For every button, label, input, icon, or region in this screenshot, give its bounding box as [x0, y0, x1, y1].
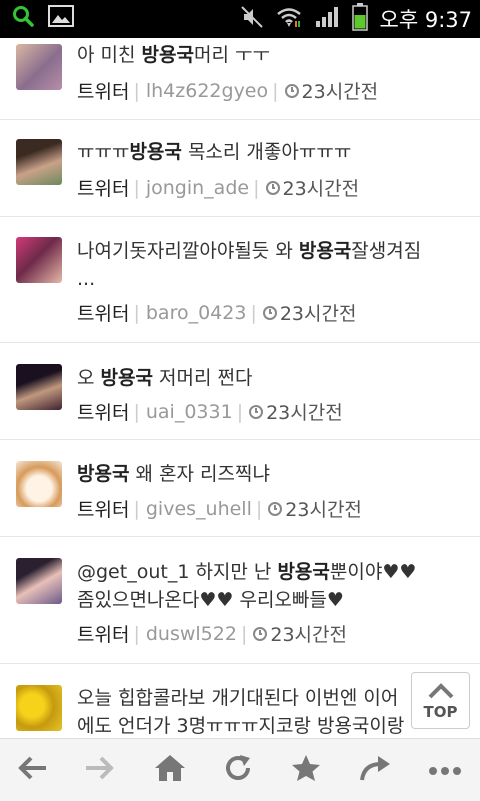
wifi-icon [276, 5, 302, 33]
gallery-icon [48, 5, 74, 31]
top-label: TOP [423, 703, 458, 721]
back-icon [16, 755, 48, 785]
avatar[interactable] [16, 237, 62, 283]
more-icon [428, 761, 462, 780]
source-label: 트위터 [77, 81, 130, 103]
list-item[interactable]: @get_out_1 하지만 난 방용국뿐이야♥♥ 좀있으면나온다♥♥ 우리오빠… [0, 537, 480, 664]
source-label: 트위터 [77, 402, 130, 424]
source-label: 트위터 [77, 499, 130, 521]
tweet-text: ㅠㅠㅠ방용국 목소리 개좋아ㅠㅠㅠ [77, 141, 352, 163]
tweet-meta: 트위터 | lh4z622gyeo | 23시간전 [77, 77, 378, 104]
battery-icon [351, 3, 368, 35]
username-link[interactable]: duswl522 [146, 623, 237, 645]
list-item[interactable]: 오 방용국 저머리 쩐다 트위터 | uai_0331 | 23시간전 [0, 343, 480, 440]
clock-icon [253, 626, 268, 641]
tweet-meta: 트위터 | gives_uhell | 23시간전 [77, 495, 362, 522]
username-link[interactable]: gives_uhell [146, 498, 252, 520]
tweet-meta: 트위터 | jongin_ade | 23시간전 [77, 174, 359, 201]
avatar[interactable] [16, 139, 62, 185]
refresh-icon [223, 753, 253, 787]
avatar[interactable] [16, 364, 62, 410]
bookmark-button[interactable] [286, 753, 326, 787]
share-button[interactable] [355, 753, 395, 787]
source-label: 트위터 [77, 178, 130, 200]
signal-icon [314, 5, 340, 33]
time-ago: 23시간전 [266, 402, 343, 424]
tweet-text: 나여기돗자리깔아야될듯 와 방용국잘생겨짐 ... [77, 240, 422, 290]
clock-icon [265, 180, 280, 195]
clock-icon [284, 83, 299, 98]
time-ago: 23시간전 [270, 624, 347, 646]
forward-icon [84, 755, 116, 785]
search-icon [12, 5, 34, 31]
back-button[interactable] [12, 753, 52, 787]
home-button[interactable] [150, 753, 190, 787]
browser-toolbar [0, 738, 480, 801]
more-button[interactable] [425, 753, 465, 787]
source-label: 트위터 [77, 303, 130, 325]
list-item[interactable]: ㅠㅠㅠ방용국 목소리 개좋아ㅠㅠㅠ 트위터 | jongin_ade | 23시… [0, 120, 480, 217]
avatar[interactable] [16, 685, 62, 731]
tweet-meta: 트위터 | uai_0331 | 23시간전 [77, 398, 343, 425]
list-item[interactable]: 아 미친 방용국머리 ㅜㅜ 트위터 | lh4z622gyeo | 23시간전 [0, 38, 480, 120]
avatar[interactable] [16, 461, 62, 507]
list-item[interactable]: 나여기돗자리깔아야될듯 와 방용국잘생겨짐 ... 트위터 | baro_042… [0, 217, 480, 343]
status-time: 오후 9:37 [379, 8, 472, 32]
list-item[interactable]: 오늘 힙합콜라보 개기대된다 이번엔 이어 에도 언더가 3명ㅠㅠㅠ지코랑 방용… [0, 664, 480, 738]
avatar[interactable] [16, 558, 62, 604]
mute-icon [240, 5, 264, 33]
tweet-meta: 트위터 | duswl522 | 23시간전 [77, 620, 347, 647]
home-icon [154, 754, 186, 786]
tweet-text: @get_out_1 하지만 난 방용국뿐이야♥♥ 좀있으면나온다♥♥ 우리오빠… [77, 561, 417, 611]
time-ago: 23시간전 [282, 178, 360, 200]
username-link[interactable]: uai_0331 [146, 401, 233, 423]
tweet-meta: 트위터 | baro_0423 | 23시간전 [77, 299, 356, 326]
share-icon [359, 754, 391, 786]
source-label: 트위터 [77, 624, 130, 646]
search-results-feed[interactable]: 아 미친 방용국머리 ㅜㅜ 트위터 | lh4z622gyeo | 23시간전 … [0, 38, 480, 738]
time-ago: 23시간전 [279, 303, 357, 325]
clock-icon [268, 501, 283, 516]
username-link[interactable]: jongin_ade [146, 177, 249, 199]
forward-button[interactable] [80, 753, 120, 787]
status-bar: 오후 9:37 [0, 0, 480, 38]
time-ago: 23시간전 [285, 499, 362, 521]
clock-icon [262, 305, 277, 320]
list-item[interactable]: 방용국 왜 혼자 리즈찍냐 트위터 | gives_uhell | 23시간전 [0, 440, 480, 537]
refresh-button[interactable] [218, 753, 258, 787]
clock-icon [249, 404, 264, 419]
avatar[interactable] [16, 44, 62, 90]
username-link[interactable]: lh4z622gyeo [146, 80, 268, 102]
tweet-text: 방용국 왜 혼자 리즈찍냐 [77, 463, 270, 485]
username-link[interactable]: baro_0423 [146, 302, 247, 324]
bookmark-star-icon [291, 754, 321, 786]
tweet-text: 아 미친 방용국머리 ㅜㅜ [77, 44, 270, 66]
tweet-text: 오 방용국 저머리 쩐다 [77, 367, 253, 389]
scroll-to-top-button[interactable]: TOP [411, 672, 470, 729]
time-ago: 23시간전 [301, 81, 379, 103]
